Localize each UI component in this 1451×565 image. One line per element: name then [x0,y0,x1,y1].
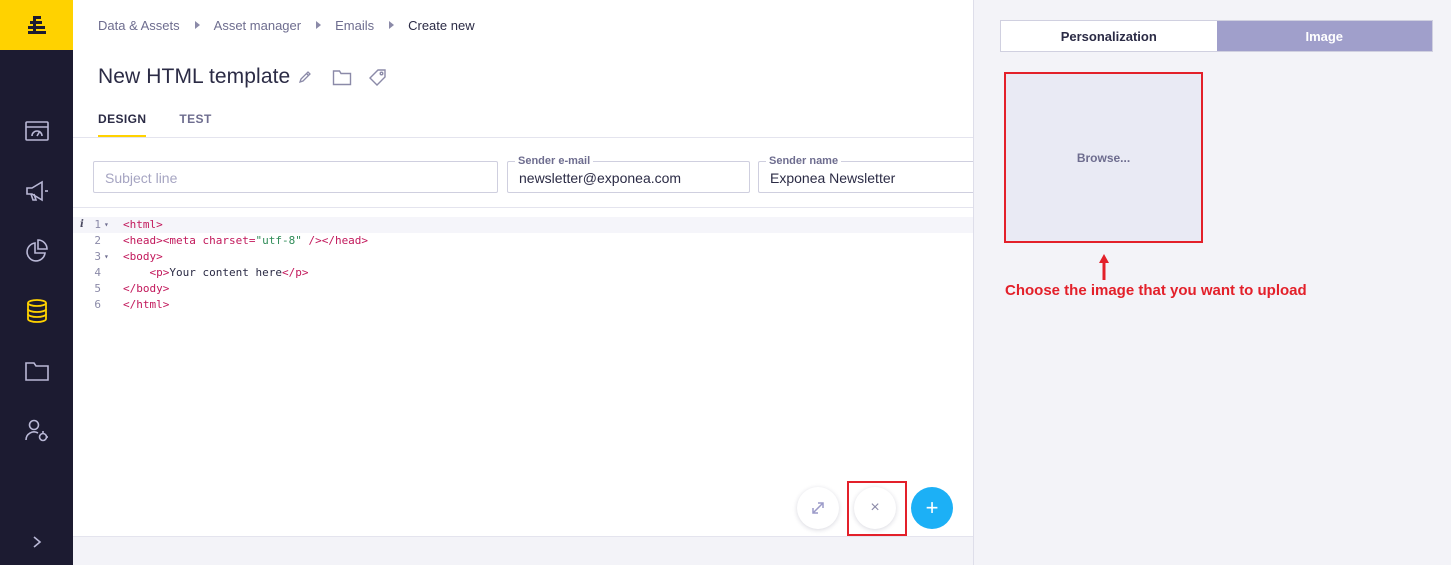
fold-toggle-icon[interactable]: ▾ [104,249,109,265]
pencil-icon [299,71,312,84]
code-text: </body> [123,281,169,297]
code-text: <head><meta charset="utf-8" /></head> [123,233,368,249]
line-number: 2 [94,234,101,247]
code-line[interactable]: 2 <head><meta charset="utf-8" /></head> [73,233,973,249]
breadcrumb-separator-icon [316,21,322,29]
code-text: </html> [123,297,169,313]
sender-name-value: Exponea Newsletter [770,170,896,186]
code-token: <p> [149,266,170,279]
code-text: <html> [123,217,163,233]
folder-icon [333,69,352,85]
database-icon [26,299,47,323]
pie-chart-icon [25,239,48,262]
code-token: <body> [123,250,163,263]
tab-design[interactable]: DESIGN [98,108,147,138]
code-line[interactable]: i 1 ▾ <html> [73,217,973,233]
plus-icon: + [925,495,939,520]
html-code-editor[interactable]: i 1 ▾ <html> 2 <head><meta charset="utf-8" />… [73,217,973,313]
breadcrumb: Data & Assets Asset manager Emails Creat… [98,16,475,34]
user-settings-icon [24,419,48,442]
sender-email-label: Sender e-mail [515,155,594,167]
panel-tabs: Personalization Image [1000,20,1433,52]
browse-label: Browse... [1076,150,1131,165]
code-token: </body> [123,282,170,295]
annotation-text: Choose the image that you want to upload [1005,282,1307,299]
brand-logo-icon[interactable] [0,0,73,50]
line-number: 4 [94,266,101,279]
breadcrumb-data-assets[interactable]: Data & Assets [98,18,180,33]
side-panel: Personalization Image Browse... Choose t… [973,0,1451,565]
nav-dashboard[interactable] [0,108,73,154]
rename-button[interactable] [298,70,312,84]
sender-email-value: newsletter@exponea.com [519,170,682,186]
editor-tabs: DESIGN TEST [98,108,245,138]
code-line[interactable]: 6 </html> [73,297,973,313]
expand-sidebar-button[interactable] [0,525,73,559]
tag-icon [369,68,387,86]
code-token: </html> [123,298,170,311]
code-token: Your content here [169,266,282,279]
fields-divider [73,207,973,208]
line-number: 6 [94,298,101,311]
code-line[interactable]: 5 </body> [73,281,973,297]
code-line[interactable]: 3 ▾ <body> [73,249,973,265]
subject-placeholder: Subject line [105,170,178,186]
breadcrumb-emails[interactable]: Emails [335,18,374,33]
code-token: /></head> [301,234,369,247]
code-token: charset= [202,234,256,247]
subject-field[interactable]: Subject line [93,161,498,193]
annotation-arrow-icon [1099,254,1109,280]
close-button[interactable]: × [854,487,896,529]
editor-bottom-bar [73,536,973,565]
breadcrumb-asset-manager[interactable]: Asset manager [214,18,301,33]
breadcrumb-current: Create new [408,17,475,33]
tab-personalization[interactable]: Personalization [1001,21,1217,51]
tabs-divider [73,137,973,138]
nav-files[interactable] [0,348,73,394]
sender-name-field[interactable]: Sender name Exponea Newsletter [758,155,988,193]
chevron-right-icon [32,536,41,548]
sender-name-label: Sender name [766,155,842,167]
code-token: <head><meta [123,234,203,247]
dashboard-icon [24,121,49,141]
move-to-folder-button[interactable] [332,69,352,86]
nav-analyses[interactable] [0,228,73,274]
left-nav-rail [0,0,73,565]
editor-main: Data & Assets Asset manager Emails Creat… [73,0,988,565]
breadcrumb-separator-icon [194,21,200,29]
title-row: New HTML template [98,62,387,92]
folder-icon [24,362,49,381]
nav-access[interactable] [0,408,73,454]
tab-image[interactable]: Image [1216,21,1432,51]
code-line[interactable]: 4 <p>Your content here</p> [73,265,973,281]
tags-button[interactable] [368,68,387,87]
breadcrumb-separator-icon [389,21,395,29]
megaphone-icon [25,180,48,202]
code-token: "utf-8" [255,234,302,247]
sender-email-field[interactable]: Sender e-mail newsletter@exponea.com [507,155,750,193]
nav-campaigns[interactable] [0,168,73,214]
expand-icon [812,502,824,514]
image-upload-dropzone[interactable]: Browse... [1004,72,1203,243]
nav-data-assets[interactable] [0,288,73,334]
tab-test[interactable]: TEST [179,108,211,138]
code-text: <body> [123,249,163,265]
add-button[interactable]: + [911,487,953,529]
page-title: New HTML template [98,65,291,88]
fullscreen-button[interactable] [797,487,839,529]
close-icon: × [870,499,880,516]
code-token: <html> [123,218,163,231]
line-number: 5 [94,282,101,295]
fold-toggle-icon[interactable]: ▾ [104,217,109,233]
code-text: <p>Your content here</p> [123,265,309,281]
code-token: </p> [281,266,309,279]
